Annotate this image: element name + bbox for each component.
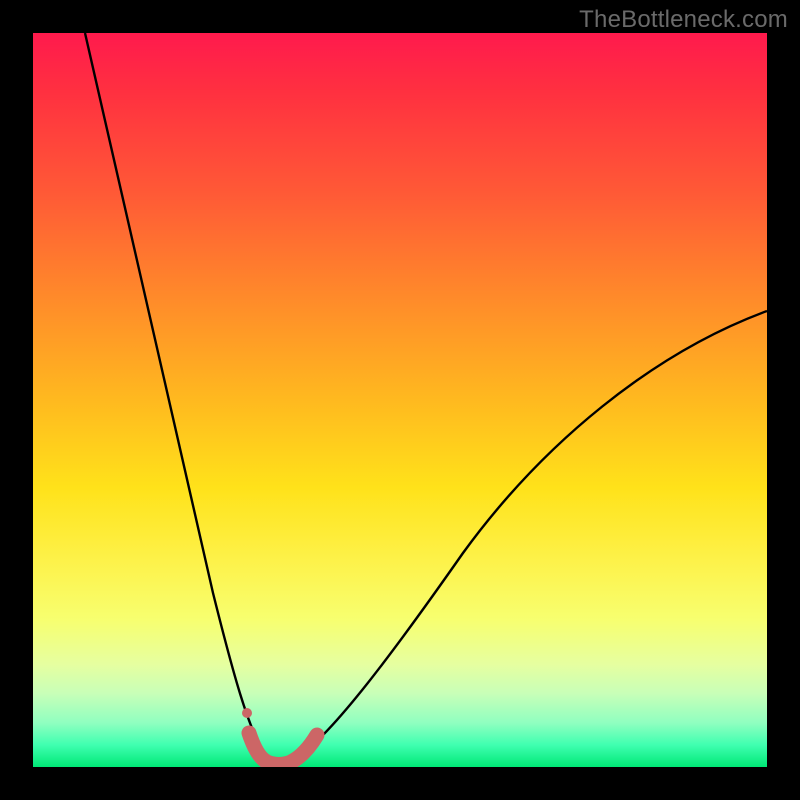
marker-dot-icon <box>242 708 252 718</box>
watermark-text: TheBottleneck.com <box>579 6 788 34</box>
bottleneck-curve <box>33 33 767 767</box>
curve-path <box>85 33 767 763</box>
plot-area <box>33 33 767 767</box>
outer-frame: TheBottleneck.com <box>0 0 800 800</box>
valley-marker <box>249 733 317 765</box>
